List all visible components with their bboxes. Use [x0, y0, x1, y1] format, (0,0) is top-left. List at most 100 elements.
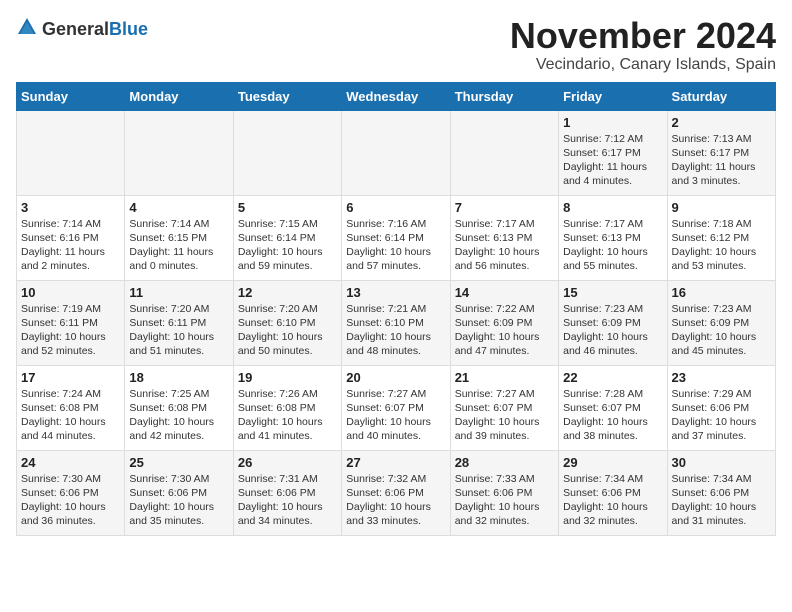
day-info-line: Sunset: 6:09 PM	[672, 317, 750, 329]
day-info-line: Sunset: 6:07 PM	[346, 402, 424, 414]
day-info-line: Sunrise: 7:26 AM	[238, 388, 318, 400]
day-info-line: Sunrise: 7:15 AM	[238, 218, 318, 230]
day-info-line: Daylight: 10 hours	[238, 331, 323, 343]
day-info-line: Daylight: 10 hours	[455, 246, 540, 258]
day-info-line: and 57 minutes.	[346, 260, 421, 272]
day-cell: 7Sunrise: 7:17 AMSunset: 6:13 PMDaylight…	[450, 195, 558, 280]
day-info-line: Sunset: 6:07 PM	[563, 402, 641, 414]
day-info-line: Daylight: 10 hours	[129, 501, 214, 513]
day-info-line: Daylight: 10 hours	[346, 246, 431, 258]
week-row-4: 17Sunrise: 7:24 AMSunset: 6:08 PMDayligh…	[17, 365, 776, 450]
header-row: SundayMondayTuesdayWednesdayThursdayFrid…	[17, 82, 776, 110]
calendar-table: SundayMondayTuesdayWednesdayThursdayFrid…	[16, 82, 776, 536]
title-block: November 2024 Vecindario, Canary Islands…	[510, 16, 776, 74]
day-info-line: and 38 minutes.	[563, 430, 638, 442]
day-cell: 24Sunrise: 7:30 AMSunset: 6:06 PMDayligh…	[17, 450, 125, 535]
day-info-line: and 59 minutes.	[238, 260, 313, 272]
day-info: Sunrise: 7:12 AMSunset: 6:17 PMDaylight:…	[563, 132, 662, 189]
day-cell: 19Sunrise: 7:26 AMSunset: 6:08 PMDayligh…	[233, 365, 341, 450]
day-number: 10	[21, 285, 120, 300]
day-info-line: Sunset: 6:17 PM	[563, 147, 641, 159]
day-info-line: Sunrise: 7:27 AM	[455, 388, 535, 400]
day-info-line: Daylight: 10 hours	[346, 416, 431, 428]
day-info: Sunrise: 7:28 AMSunset: 6:07 PMDaylight:…	[563, 387, 662, 444]
day-info-line: Sunrise: 7:25 AM	[129, 388, 209, 400]
day-cell: 2 Sunrise: 7:13 AMSunset: 6:17 PMDaylight…	[667, 110, 775, 195]
day-cell	[17, 110, 125, 195]
day-info: Sunrise: 7:34 AMSunset: 6:06 PMDaylight:…	[563, 472, 662, 529]
day-cell	[125, 110, 233, 195]
day-cell	[450, 110, 558, 195]
day-cell: 9Sunrise: 7:18 AMSunset: 6:12 PMDaylight…	[667, 195, 775, 280]
day-info-line: Sunrise: 7:29 AM	[672, 388, 752, 400]
day-info: Sunrise: 7:32 AMSunset: 6:06 PMDaylight:…	[346, 472, 445, 529]
col-header-friday: Friday	[559, 82, 667, 110]
day-info-line: Daylight: 10 hours	[21, 501, 106, 513]
day-info-line: and 36 minutes.	[21, 515, 96, 527]
logo: GeneralBlue	[16, 16, 148, 43]
day-number: 13	[346, 285, 445, 300]
day-cell: 14 Sunrise: 7:22 AMSunset: 6:09 PMDayligh…	[450, 280, 558, 365]
day-cell: 13Sunrise: 7:21 AMSunset: 6:10 PMDayligh…	[342, 280, 450, 365]
day-number: 9	[672, 200, 771, 215]
day-info-line: and 47 minutes.	[455, 345, 530, 357]
day-info-line: Sunset: 6:06 PM	[129, 487, 207, 499]
day-info: Sunrise: 7:29 AMSunset: 6:06 PMDaylight:…	[672, 387, 771, 444]
day-info-line: and 3 minutes.	[672, 175, 741, 187]
day-info-line: Sunrise: 7:28 AM	[563, 388, 643, 400]
day-info: Sunrise: 7:27 AM Sunset: 6:07 PM Daylight:…	[346, 387, 445, 444]
day-info-line: Daylight: 11 hours	[21, 246, 105, 258]
day-info: Sunrise: 7:25 AMSunset: 6:08 PMDaylight:…	[129, 387, 228, 444]
day-number: 3	[21, 200, 120, 215]
day-cell: 22Sunrise: 7:28 AMSunset: 6:07 PMDayligh…	[559, 365, 667, 450]
day-number: 4	[129, 200, 228, 215]
day-info: Sunrise: 7:20 AMSunset: 6:11 PMDaylight:…	[129, 302, 228, 359]
day-number: 18	[129, 370, 228, 385]
calendar-body: 1Sunrise: 7:12 AMSunset: 6:17 PMDaylight…	[17, 110, 776, 535]
day-cell: 30Sunrise: 7:34 AMSunset: 6:06 PMDayligh…	[667, 450, 775, 535]
day-info: Sunrise: 7:19 AMSunset: 6:11 PMDaylight:…	[21, 302, 120, 359]
day-info-line: and 32 minutes.	[455, 515, 530, 527]
day-number: 11	[129, 285, 228, 300]
day-number: 14	[455, 285, 554, 300]
day-info-line: Daylight: 10 hours	[672, 416, 757, 428]
day-info-line: Sunset: 6:07 PM	[455, 402, 533, 414]
day-info-line: Sunrise: 7:17 AM	[455, 218, 535, 230]
day-cell: 8Sunrise: 7:17 AMSunset: 6:13 PMDaylight…	[559, 195, 667, 280]
day-info-line: and 46 minutes.	[563, 345, 638, 357]
day-info-line: Sunset: 6:08 PM	[129, 402, 207, 414]
day-info-line: Daylight: 10 hours	[563, 246, 648, 258]
day-info-line: Sunrise: 7:14 AM	[129, 218, 209, 230]
day-info: Sunrise: 7:13 AMSunset: 6:17 PMDaylight:…	[672, 132, 771, 189]
day-info: Sunrise: 7:23 AMSunset: 6:09 PMDaylight:…	[672, 302, 771, 359]
day-number: 17	[21, 370, 120, 385]
day-number: 22	[563, 370, 662, 385]
day-info-line: Sunset: 6:14 PM	[238, 232, 316, 244]
day-info-line: Daylight: 10 hours	[563, 331, 648, 343]
day-info: Sunrise: 7:17 AMSunset: 6:13 PMDaylight:…	[455, 217, 554, 274]
day-number: 2	[672, 115, 771, 130]
day-info: Sunrise: 7:31 AMSunset: 6:06 PMDaylight:…	[238, 472, 337, 529]
day-info-line: Sunrise: 7:34 AM	[563, 473, 643, 485]
logo-icon	[16, 16, 38, 38]
day-number: 15	[563, 285, 662, 300]
logo-blue: Blue	[109, 19, 148, 39]
day-info: Sunrise: 7:30 AMSunset: 6:06 PMDaylight:…	[129, 472, 228, 529]
day-info: Sunrise: 7:27 AMSunset: 6:07 PMDaylight:…	[455, 387, 554, 444]
day-info-line: Sunrise: 7:13 AM	[672, 133, 752, 145]
day-info-line: Sunrise: 7:27 AM	[346, 388, 426, 400]
col-header-tuesday: Tuesday	[233, 82, 341, 110]
day-info-line: Daylight: 10 hours	[238, 501, 323, 513]
day-info-line: and 50 minutes.	[238, 345, 313, 357]
week-row-2: 3Sunrise: 7:14 AMSunset: 6:16 PMDaylight…	[17, 195, 776, 280]
day-info-line: and 35 minutes.	[129, 515, 204, 527]
day-info-line: Sunrise: 7:23 AM	[563, 303, 643, 315]
col-header-wednesday: Wednesday	[342, 82, 450, 110]
day-info: Sunrise: 7:22 AMSunset: 6:09 PMDaylight:…	[455, 302, 554, 359]
day-info-line: Sunset: 6:06 PM	[346, 487, 424, 499]
logo-general: General	[42, 19, 109, 39]
day-info-line: Daylight: 10 hours	[238, 416, 323, 428]
day-info-line: Daylight: 11 hours	[672, 161, 756, 173]
day-info-line: Sunrise: 7:20 AM	[129, 303, 209, 315]
day-info-line: Daylight: 11 hours	[129, 246, 213, 258]
